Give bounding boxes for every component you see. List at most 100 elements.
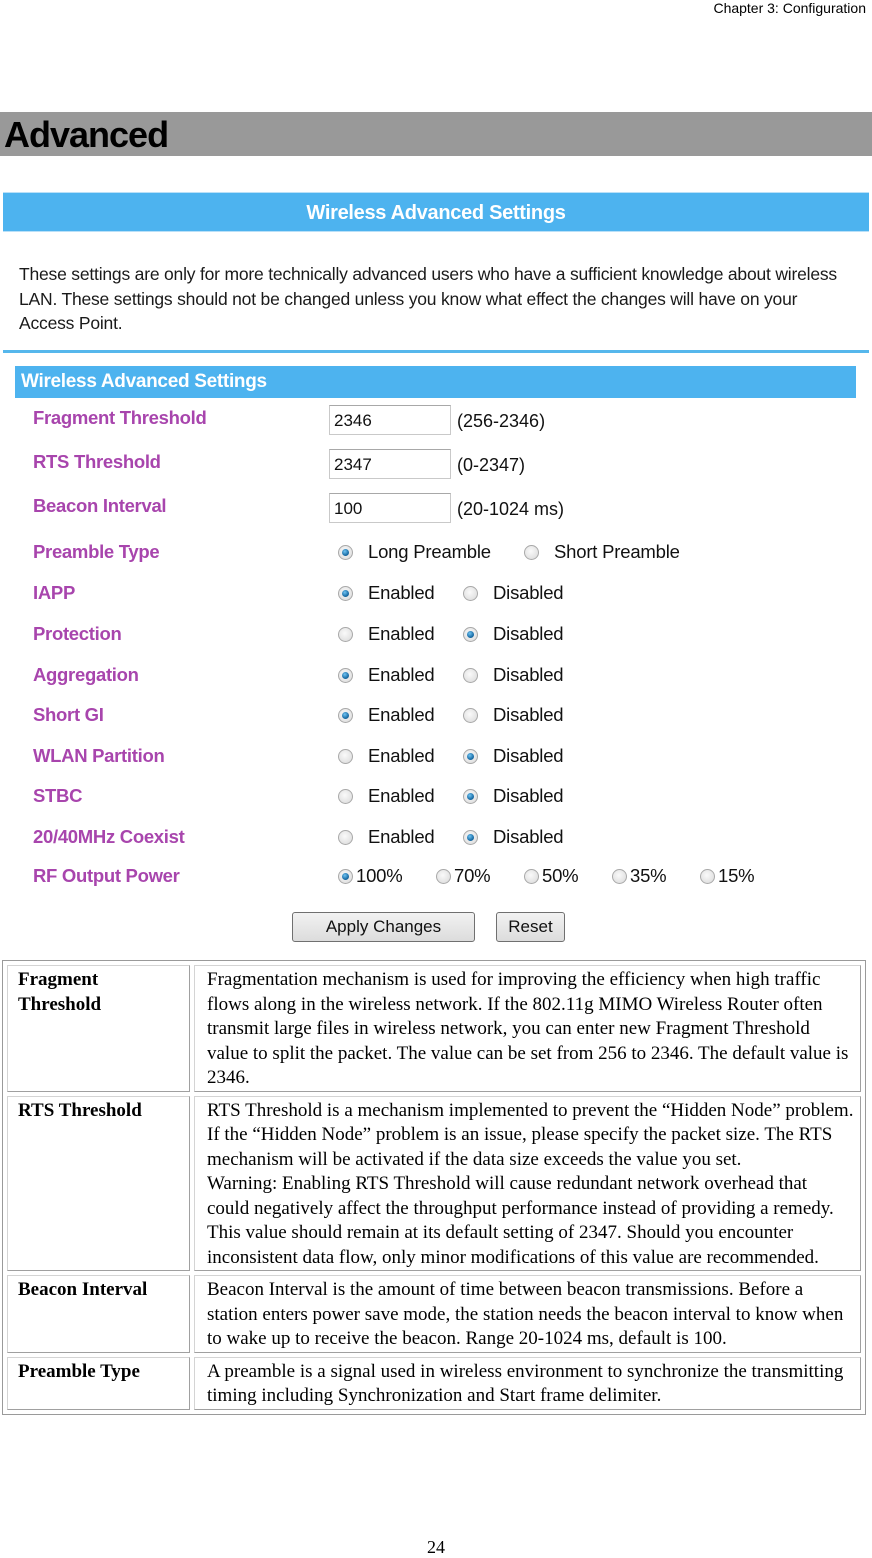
rts-threshold-range: (0-2347) bbox=[457, 455, 526, 475]
preamble-type-row: Preamble Type Long Preamble Short Preamb… bbox=[33, 539, 853, 569]
fragment-threshold-input[interactable] bbox=[329, 405, 451, 435]
protection-disabled-label: Disabled bbox=[493, 623, 564, 644]
radio-button[interactable] bbox=[463, 789, 478, 804]
radio-button[interactable] bbox=[338, 869, 353, 884]
term-cell: RTS Threshold bbox=[7, 1095, 190, 1271]
radio-button[interactable] bbox=[463, 830, 478, 845]
fragment-threshold-label: Fragment Threshold bbox=[33, 407, 207, 428]
aggregation-row: Aggregation Enabled Disabled bbox=[33, 662, 853, 692]
definition-paragraph: This value should remain at its default … bbox=[207, 1222, 819, 1268]
long-preamble-label: Long Preamble bbox=[368, 541, 491, 562]
protection-enabled-label: Enabled bbox=[368, 623, 435, 644]
settings-section-title: Wireless Advanced Settings bbox=[21, 371, 267, 392]
definition-cell: RTS Threshold is a mechanism implemented… bbox=[194, 1095, 861, 1271]
aggregation-enabled-label: Enabled bbox=[368, 664, 435, 685]
iapp-row: IAPP Enabled Disabled bbox=[33, 580, 853, 610]
section-title-bar: Advanced bbox=[0, 112, 872, 156]
radio-button[interactable] bbox=[463, 668, 478, 683]
fragment-threshold-range: (256-2346) bbox=[457, 411, 546, 431]
definition-cell: Fragmentation mechanism is used for impr… bbox=[194, 965, 861, 1092]
short-preamble-label: Short Preamble bbox=[554, 541, 680, 562]
banner-title: Wireless Advanced Settings bbox=[306, 202, 566, 224]
protection-row: Protection Enabled Disabled bbox=[33, 621, 853, 651]
radio-button[interactable] bbox=[612, 869, 627, 884]
stbc-label: STBC bbox=[33, 785, 83, 806]
20-40mhz-coexist-row: 20/40MHz Coexist Enabled Disabled bbox=[33, 824, 853, 854]
rf-power-label-15: 15% bbox=[718, 865, 755, 886]
banner: Wireless Advanced Settings bbox=[3, 192, 869, 232]
settings-description-table: Fragment Threshold Fragmentation mechani… bbox=[2, 960, 866, 1415]
divider bbox=[3, 350, 869, 353]
table-row: Beacon Interval Beacon Interval is the a… bbox=[7, 1275, 861, 1353]
term-cell: Fragment Threshold bbox=[7, 965, 190, 1092]
preamble-type-label: Preamble Type bbox=[33, 541, 160, 562]
wlan-partition-disabled-label: Disabled bbox=[493, 745, 564, 766]
wlan-partition-enabled-label: Enabled bbox=[368, 745, 435, 766]
iapp-label: IAPP bbox=[33, 582, 75, 603]
radio-button[interactable] bbox=[338, 586, 353, 601]
radio-button[interactable] bbox=[463, 586, 478, 601]
stbc-row: STBC Enabled Disabled bbox=[33, 783, 853, 813]
radio-button[interactable] bbox=[463, 708, 478, 723]
20-40mhz-coexist-label: 20/40MHz Coexist bbox=[33, 826, 185, 847]
short-gi-row: Short GI Enabled Disabled bbox=[33, 702, 853, 732]
protection-label: Protection bbox=[33, 623, 122, 644]
table-row: RTS Threshold RTS Threshold is a mechani… bbox=[7, 1095, 861, 1271]
rf-output-power-label: RF Output Power bbox=[33, 865, 180, 886]
20-40mhz-coexist-enabled-label: Enabled bbox=[368, 826, 435, 847]
reset-button[interactable]: Reset bbox=[496, 912, 565, 942]
radio-button[interactable] bbox=[338, 749, 353, 764]
radio-button[interactable] bbox=[700, 869, 715, 884]
wlan-partition-row: WLAN Partition Enabled Disabled bbox=[33, 743, 853, 773]
beacon-interval-label: Beacon Interval bbox=[33, 495, 167, 516]
beacon-interval-input[interactable] bbox=[329, 493, 451, 523]
20-40mhz-coexist-disabled-label: Disabled bbox=[493, 826, 564, 847]
apply-changes-button[interactable]: Apply Changes bbox=[292, 912, 475, 942]
short-gi-label: Short GI bbox=[33, 704, 104, 725]
running-header: Chapter 3: Configuration bbox=[713, 0, 866, 16]
table-row: Fragment Threshold Fragmentation mechani… bbox=[7, 965, 861, 1092]
rf-power-label-70: 70% bbox=[454, 865, 491, 886]
table-row: Preamble Type A preamble is a signal use… bbox=[7, 1356, 861, 1410]
warning-paragraph: Warning: Enabling RTS Threshold will cau… bbox=[207, 1173, 834, 1219]
radio-button[interactable] bbox=[338, 668, 353, 683]
aggregation-label: Aggregation bbox=[33, 664, 139, 685]
settings-section-header: Wireless Advanced Settings bbox=[15, 366, 856, 398]
section-title: Advanced bbox=[4, 114, 169, 155]
rf-power-label-50: 50% bbox=[542, 865, 579, 886]
definition-paragraph: RTS Threshold is a mechanism implemented… bbox=[207, 1099, 854, 1170]
radio-button[interactable] bbox=[524, 545, 539, 560]
rts-threshold-row: RTS Threshold (0-2347) bbox=[33, 449, 853, 479]
stbc-disabled-label: Disabled bbox=[493, 785, 564, 806]
rts-threshold-label: RTS Threshold bbox=[33, 451, 161, 472]
beacon-interval-row: Beacon Interval (20-1024 ms) bbox=[33, 493, 853, 523]
rf-power-label-35: 35% bbox=[630, 865, 667, 886]
rf-output-power-row: RF Output Power 100% 70% 50% 35% 15% bbox=[33, 863, 853, 893]
term-cell: Preamble Type bbox=[7, 1356, 190, 1410]
radio-button[interactable] bbox=[338, 708, 353, 723]
radio-button[interactable] bbox=[463, 749, 478, 764]
beacon-interval-range: (20-1024 ms) bbox=[457, 499, 565, 519]
radio-button[interactable] bbox=[338, 545, 353, 560]
definition-paragraph: A preamble is a signal used in wireless … bbox=[207, 1360, 844, 1407]
rf-power-label-100: 100% bbox=[356, 865, 403, 886]
wlan-partition-label: WLAN Partition bbox=[33, 745, 165, 766]
radio-button[interactable] bbox=[338, 627, 353, 642]
iapp-disabled-label: Disabled bbox=[493, 582, 564, 603]
definition-cell: Beacon Interval is the amount of time be… bbox=[194, 1275, 861, 1353]
aggregation-disabled-label: Disabled bbox=[493, 664, 564, 685]
radio-button[interactable] bbox=[436, 869, 451, 884]
short-gi-disabled-label: Disabled bbox=[493, 704, 564, 725]
radio-button[interactable] bbox=[463, 627, 478, 642]
intro-text: These settings are only for more technic… bbox=[19, 264, 837, 333]
fragment-threshold-row: Fragment Threshold (256-2346) bbox=[33, 405, 853, 435]
short-gi-enabled-label: Enabled bbox=[368, 704, 435, 725]
stbc-enabled-label: Enabled bbox=[368, 785, 435, 806]
definition-paragraph: Fragmentation mechanism is used for impr… bbox=[207, 969, 849, 1088]
definition-paragraph: Beacon Interval is the amount of time be… bbox=[207, 1279, 844, 1349]
rts-threshold-input[interactable] bbox=[329, 449, 451, 479]
definition-cell: A preamble is a signal used in wireless … bbox=[194, 1356, 861, 1410]
radio-button[interactable] bbox=[338, 789, 353, 804]
radio-button[interactable] bbox=[524, 869, 539, 884]
radio-button[interactable] bbox=[338, 830, 353, 845]
